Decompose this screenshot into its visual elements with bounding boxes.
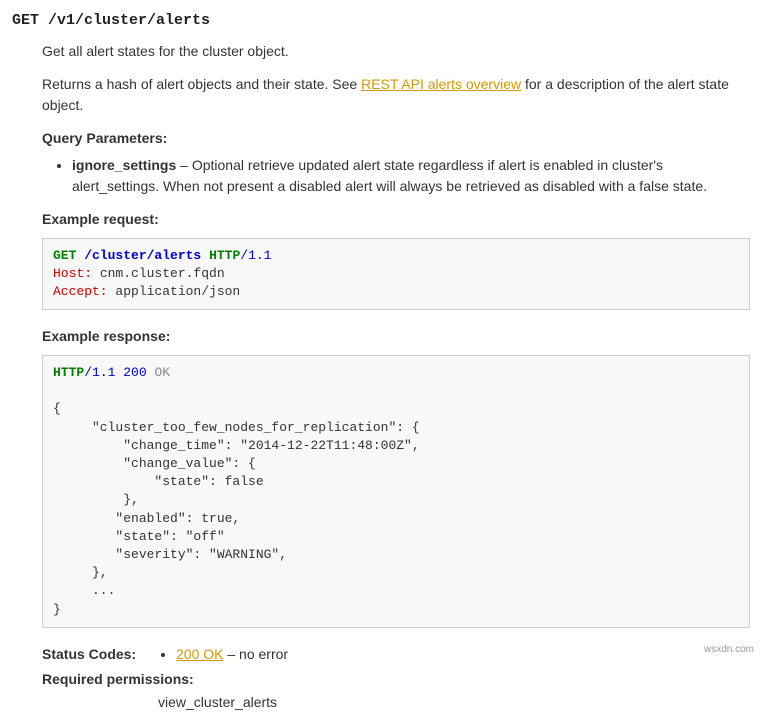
- req-method: GET: [53, 248, 76, 263]
- res-status-text: OK: [147, 365, 170, 380]
- example-response-code: HTTP/1.1 200 OK { "cluster_too_few_nodes…: [42, 355, 750, 628]
- res-proto: HTTP: [53, 365, 84, 380]
- rest-api-alerts-link[interactable]: REST API alerts overview: [361, 76, 521, 92]
- permissions-row: Required permissions: view_cluster_alert…: [42, 669, 750, 713]
- req-version: /1.1: [240, 248, 271, 263]
- description-line-1: Get all alert states for the cluster obj…: [42, 41, 750, 62]
- example-request-label: Example request:: [42, 209, 750, 230]
- res-version: /1.1: [84, 365, 123, 380]
- example-response-label: Example response:: [42, 326, 750, 347]
- query-param-item: ignore_settings – Optional retrieve upda…: [72, 155, 750, 197]
- watermark: wsxdn.com: [704, 642, 754, 657]
- status-codes-label: Status Codes:: [42, 644, 158, 665]
- desc2-pre: Returns a hash of alert objects and thei…: [42, 76, 361, 92]
- res-status-code: 200: [123, 365, 146, 380]
- res-body: { "cluster_too_few_nodes_for_replication…: [53, 401, 420, 616]
- req-proto: HTTP: [209, 248, 240, 263]
- req-path: /cluster/alerts: [84, 248, 201, 263]
- example-request-code: GET /cluster/alerts HTTP/1.1 Host: cnm.c…: [42, 238, 750, 311]
- status-codes-value: 200 OK – no error: [158, 644, 288, 665]
- status-codes-row: Status Codes: 200 OK – no error: [42, 644, 750, 665]
- req-header2-val: application/json: [108, 284, 241, 299]
- http-method: GET: [12, 12, 39, 29]
- content-body: Get all alert states for the cluster obj…: [42, 41, 750, 713]
- req-header1-name: Host:: [53, 266, 92, 281]
- req-header2-name: Accept:: [53, 284, 108, 299]
- req-header1-val: cnm.cluster.fqdn: [92, 266, 225, 281]
- endpoint-title: GET /v1/cluster/alerts: [12, 10, 750, 33]
- query-parameters-label: Query Parameters:: [42, 128, 750, 149]
- http-path: /v1/cluster/alerts: [48, 12, 210, 29]
- permissions-label: Required permissions:: [42, 669, 750, 690]
- permissions-value: view_cluster_alerts: [158, 692, 750, 713]
- status-200-desc: – no error: [223, 646, 288, 662]
- status-code-item: 200 OK – no error: [176, 644, 288, 665]
- description-line-2: Returns a hash of alert objects and thei…: [42, 74, 750, 116]
- query-parameters-list: ignore_settings – Optional retrieve upda…: [42, 155, 750, 197]
- param-name: ignore_settings: [72, 157, 176, 173]
- status-200-link[interactable]: 200 OK: [176, 646, 223, 662]
